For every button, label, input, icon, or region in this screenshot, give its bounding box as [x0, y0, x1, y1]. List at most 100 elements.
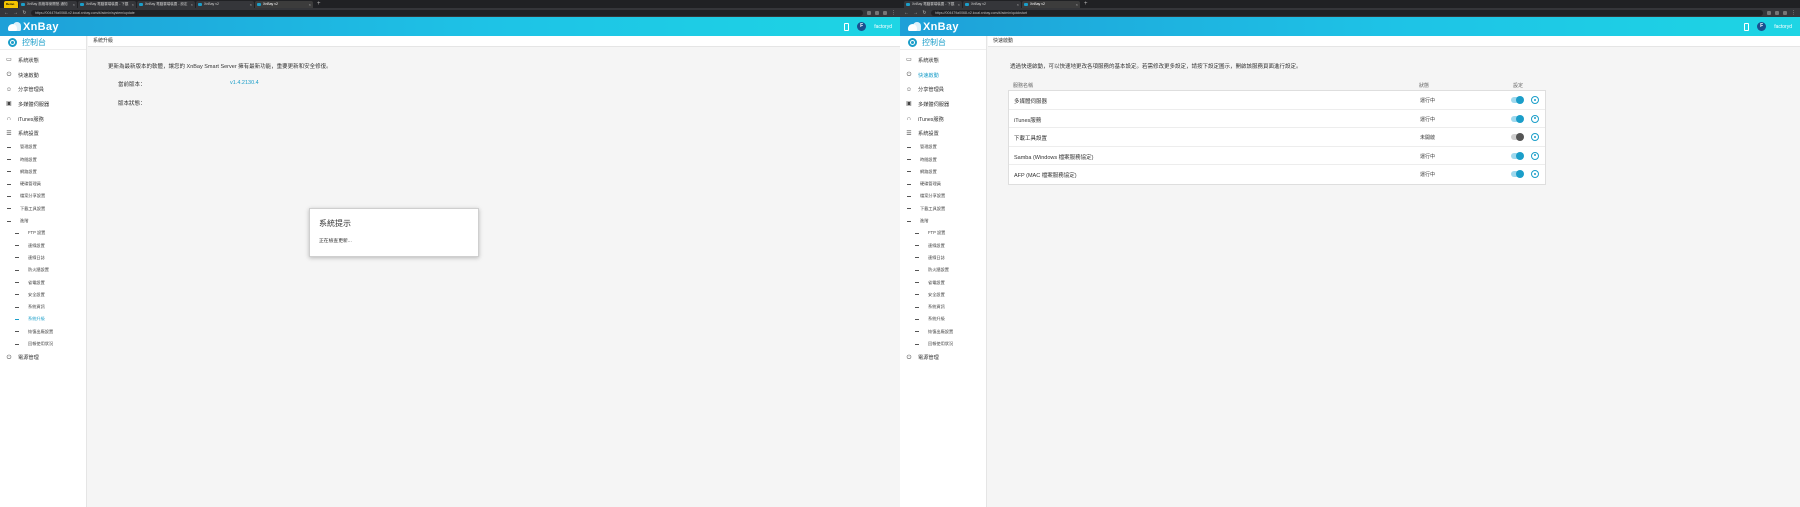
sidebar-item-power[interactable]: ⏻ 電源管理	[0, 350, 86, 365]
sidebar-item-quickstart[interactable]: ⏻ 快速啟動	[0, 68, 86, 83]
sidebar-deepitem[interactable]: 連線設置	[0, 240, 86, 252]
sidebar-subitem-advanced[interactable]: 進階	[900, 215, 986, 227]
sidebar-subitem[interactable]: 檔案分享設置	[900, 190, 986, 202]
sidebar-deepitem[interactable]: 省電設置	[0, 276, 86, 288]
user-name[interactable]: factoryd	[1774, 24, 1792, 30]
mobile-icon[interactable]	[1744, 22, 1750, 31]
sidebar-subitem[interactable]: 時間設置	[0, 153, 86, 165]
sidebar-subitem[interactable]: 網路設置	[0, 166, 86, 178]
sidebar-subitem[interactable]: 硬碟管理員	[900, 178, 986, 190]
sidebar-subitem[interactable]: 檔案分享設置	[0, 190, 86, 202]
sidebar-item-system-status[interactable]: ▭ 系統狀態	[0, 53, 86, 68]
close-icon[interactable]: ×	[250, 1, 252, 8]
browser-tab[interactable]: XnBay v2 ×	[196, 1, 254, 8]
back-icon[interactable]: ←	[4, 10, 9, 16]
sidebar-item-system-status[interactable]: ▭ 系統狀態	[900, 53, 986, 68]
service-toggle[interactable]	[1511, 133, 1524, 142]
sidebar-deepitem[interactable]: 連線日誌	[900, 252, 986, 264]
sidebar-deepitem[interactable]: 安全設置	[900, 289, 986, 301]
browser-tab[interactable]: XnBay 電腦雲端裝置 - 下載 ×	[78, 1, 136, 8]
forward-icon[interactable]: →	[13, 10, 18, 16]
sidebar-item-media-server[interactable]: ▣ 多媒體伺服器	[0, 97, 86, 112]
sidebar-subitem[interactable]: 硬碟管理員	[0, 178, 86, 190]
sidebar-subitem[interactable]: 下載工具設置	[900, 203, 986, 215]
close-icon[interactable]: ×	[1076, 1, 1078, 8]
sidebar-item-itunes[interactable]: ∩ iTunes服務	[0, 112, 86, 127]
extension-icon[interactable]	[875, 10, 879, 15]
sidebar-subitem[interactable]: 管理設置	[900, 141, 986, 153]
sidebar-deepitem[interactable]: 省電設置	[900, 276, 986, 288]
sidebar-deepitem[interactable]: 安全設置	[0, 289, 86, 301]
gear-icon[interactable]	[1531, 96, 1539, 104]
address-bar[interactable]: https://004479a0068-v2.local.xnbay.com/#…	[31, 9, 863, 16]
logo[interactable]: XnBay	[8, 21, 59, 33]
browser-tab[interactable]: XnBay 電腦雲端裝置 - 下載 ×	[904, 1, 962, 8]
avatar[interactable]: F	[857, 22, 867, 31]
reload-icon[interactable]: ↻	[922, 10, 927, 16]
close-icon[interactable]: ×	[309, 1, 311, 8]
extension-icon[interactable]	[883, 10, 887, 15]
sidebar-item-system-settings[interactable]: ☰ 系統設置	[900, 126, 986, 141]
gear-icon[interactable]	[1531, 114, 1539, 123]
sidebar-item-media-server[interactable]: ▣ 多媒體伺服器	[900, 97, 986, 112]
console-header[interactable]: 控制台	[0, 36, 86, 50]
console-header[interactable]: 控制台	[900, 36, 986, 50]
sidebar-deepitem[interactable]: FTP 設置	[0, 227, 86, 239]
sidebar-item-quickstart[interactable]: ⏻ 快速啟動	[900, 68, 986, 83]
browser-tab-active[interactable]: XnBay v2 ×	[1022, 1, 1080, 8]
forward-icon[interactable]: →	[913, 10, 918, 16]
browser-tab[interactable]: XnBay 風格專案開發-通知 ×	[19, 1, 77, 8]
sidebar-subitem[interactable]: 下載工具設置	[0, 203, 86, 215]
extension-icon[interactable]	[1783, 10, 1787, 15]
service-toggle[interactable]	[1511, 114, 1524, 123]
new-tab-icon[interactable]: +	[314, 1, 324, 8]
sidebar-deepitem-firmware-update[interactable]: 系統升級	[0, 313, 86, 325]
close-icon[interactable]: ×	[191, 1, 193, 8]
service-toggle[interactable]	[1511, 170, 1524, 179]
sidebar-deepitem[interactable]: 恢復出廠設置	[0, 326, 86, 338]
logo[interactable]: XnBay	[908, 21, 959, 33]
gear-icon[interactable]	[1531, 133, 1539, 142]
sidebar-item-share-manager[interactable]: ☺ 分享管理員	[0, 82, 86, 97]
sidebar-deepitem[interactable]: 連線日誌	[0, 252, 86, 264]
service-toggle[interactable]	[1511, 96, 1524, 104]
gear-icon[interactable]	[1531, 151, 1539, 160]
extension-icon[interactable]	[1775, 10, 1779, 15]
menu-icon[interactable]: ⋮	[1791, 10, 1796, 16]
sidebar-item-share-manager[interactable]: ☺ 分享管理員	[900, 82, 986, 97]
sidebar-item-system-settings[interactable]: ☰ 系統設置	[0, 126, 86, 141]
sidebar-subitem[interactable]: 網路設置	[900, 166, 986, 178]
sidebar-deepitem[interactable]: 防火牆設置	[0, 264, 86, 276]
sidebar-deepitem[interactable]: 系統升級	[900, 313, 986, 325]
user-name[interactable]: factoryd	[874, 24, 892, 30]
sidebar-deepitem[interactable]: 恢復出廠設置	[900, 326, 986, 338]
extension-icon[interactable]	[1767, 10, 1771, 15]
back-icon[interactable]: ←	[904, 10, 909, 16]
browser-tab[interactable]: XnBay v2 ×	[963, 1, 1021, 8]
sidebar-deepitem[interactable]: FTP 設置	[900, 227, 986, 239]
close-icon[interactable]: ×	[958, 1, 960, 8]
new-tab-icon[interactable]: +	[1081, 1, 1091, 8]
mobile-icon[interactable]	[844, 22, 850, 31]
sidebar-deepitem[interactable]: 系統資訊	[900, 301, 986, 313]
close-icon[interactable]: ×	[1017, 1, 1019, 8]
sidebar-deepitem[interactable]: 防火牆設置	[900, 264, 986, 276]
sidebar-item-power[interactable]: ⏻ 電源管理	[900, 350, 986, 365]
browser-tab[interactable]: XnBay 電腦雲端裝置 - 設定 ×	[137, 1, 195, 8]
browser-tab-active[interactable]: XnBay v2 ×	[255, 1, 313, 8]
sidebar-subitem[interactable]: 時間設置	[900, 153, 986, 165]
sidebar-deepitem[interactable]: 系統資訊	[0, 301, 86, 313]
sidebar-deepitem[interactable]: 回報使用狀況	[900, 338, 986, 350]
avatar[interactable]: F	[1757, 22, 1767, 31]
menu-icon[interactable]: ⋮	[891, 10, 896, 16]
reload-icon[interactable]: ↻	[22, 10, 27, 16]
sidebar-deepitem[interactable]: 回報使用狀況	[0, 338, 86, 350]
address-bar[interactable]: https://004479a0068-v2.local.xnbay.com/#…	[931, 9, 1763, 16]
sidebar-subitem-advanced[interactable]: 進階	[0, 215, 86, 227]
sidebar-item-itunes[interactable]: ∩ iTunes服務	[900, 112, 986, 127]
close-icon[interactable]: ×	[132, 1, 134, 8]
sidebar-deepitem[interactable]: 連線設置	[900, 240, 986, 252]
close-icon[interactable]: ×	[73, 1, 75, 8]
sidebar-subitem[interactable]: 管理設置	[0, 141, 86, 153]
service-toggle[interactable]	[1511, 151, 1524, 160]
